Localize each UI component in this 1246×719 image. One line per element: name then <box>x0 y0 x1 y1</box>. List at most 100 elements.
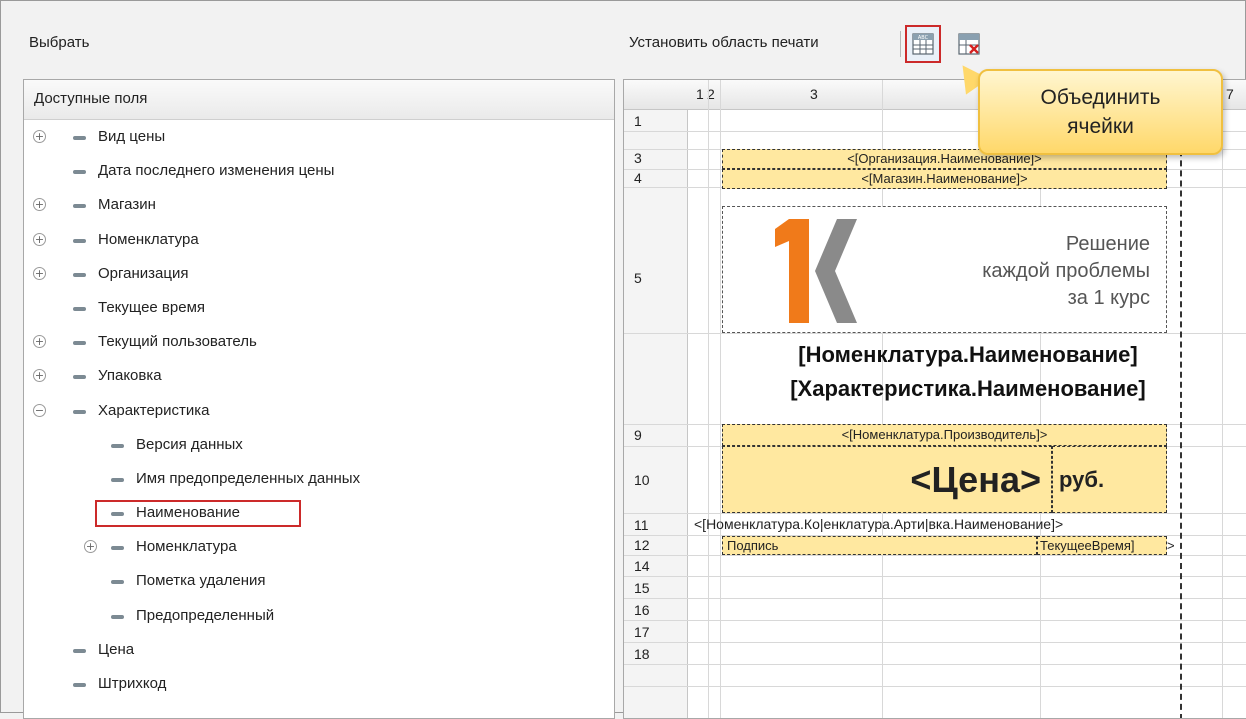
expand-icon[interactable]: + <box>33 198 46 212</box>
tree-item-label: Упаковка <box>98 367 162 385</box>
tree-item-label: Версия данных <box>136 435 243 453</box>
available-fields-header: Доступные поля <box>24 80 614 120</box>
currency-cell[interactable]: руб. <box>1052 446 1167 513</box>
grid-line <box>624 555 1246 556</box>
tree-item-label: Текущий пользователь <box>98 333 257 351</box>
field-icon <box>73 648 86 653</box>
expand-icon[interactable]: + <box>33 130 46 143</box>
field-icon <box>73 306 86 311</box>
row-number: 5 <box>634 270 642 286</box>
select-title: Выбрать <box>29 34 90 51</box>
current-time-cell[interactable]: ТекущееВремя] <box>1037 536 1167 555</box>
row-number: 15 <box>634 580 650 596</box>
set-print-area-button[interactable]: Установить область печати <box>629 34 819 51</box>
tree-item[interactable]: + Организация <box>24 257 614 291</box>
field-icon <box>73 272 86 277</box>
tree-item-label: Цена <box>98 640 135 658</box>
grid-line <box>624 664 1246 665</box>
merge-cells-button[interactable]: ABC <box>905 25 941 63</box>
product-title[interactable]: [Номенклатура.Наименование] [Характерист… <box>688 338 1246 406</box>
field-icon <box>73 136 86 140</box>
tree-item[interactable]: + Номенклатура <box>24 530 614 564</box>
tree-item-label: Номенклатура <box>136 538 237 556</box>
field-icon <box>73 409 86 414</box>
tree-item[interactable]: Пометка удаления <box>24 564 614 598</box>
field-icon <box>111 443 124 448</box>
print-area-border <box>1180 110 1182 718</box>
shop-cell[interactable]: <[Магазин.Наименование]> <box>722 169 1167 189</box>
price-cell[interactable]: <Цена> <box>722 446 1052 513</box>
tree-item-label: Магазин <box>98 196 156 214</box>
row-number: 16 <box>634 602 650 618</box>
tree-item[interactable]: + Номенклатура <box>24 223 614 257</box>
tree-item[interactable]: Дата последнего изменения цены <box>24 154 614 188</box>
logo-cell[interactable]: Решение каждой проблемы за 1 курс <box>722 206 1167 333</box>
expand-icon[interactable]: + <box>84 540 97 554</box>
row-number: 18 <box>634 646 650 662</box>
tree-item[interactable]: Версия данных <box>24 428 614 462</box>
signature-cell[interactable]: Подпись <box>722 536 1037 555</box>
tree-item[interactable]: + Текущий пользователь <box>24 325 614 359</box>
col-header-1: 1 <box>696 86 704 102</box>
tree-item[interactable]: + Магазин <box>24 188 614 222</box>
tree-item-label: Характеристика <box>98 401 210 419</box>
logo-line: Решение <box>1065 233 1150 255</box>
spreadsheet-layout[interactable]: 1 2 3 4 7 1 3 4 5 9 10 11 <box>623 79 1246 719</box>
tree-item-label: Организация <box>98 264 189 282</box>
toolbar-separator <box>900 31 901 57</box>
tree-item-label: Номенклатура <box>98 230 199 248</box>
unmerge-cells-button[interactable] <box>951 25 987 63</box>
tree-item[interactable]: − Характеристика <box>24 394 614 428</box>
row-number: 9 <box>634 427 642 443</box>
tree-item-label: Дата последнего изменения цены <box>98 162 335 180</box>
fields-tree: + Вид цены Дата последнего изменения цены +… <box>24 120 614 701</box>
grid-line <box>624 598 1246 599</box>
tree-item[interactable]: Имя предопределенных данных <box>24 462 614 496</box>
collapse-icon[interactable]: − <box>33 403 46 417</box>
tree-item-label: Штрихкод <box>98 675 167 692</box>
row-number: 17 <box>634 624 650 640</box>
manufacturer-cell[interactable]: <[Номенклатура.Производитель]> <box>722 424 1167 446</box>
expand-icon[interactable]: + <box>33 266 46 280</box>
expand-icon[interactable]: + <box>33 232 46 246</box>
tree-item[interactable]: Наименование <box>24 496 614 530</box>
tree-item[interactable]: + Упаковка <box>24 359 614 393</box>
grid-line <box>624 642 1246 643</box>
field-icon <box>111 477 124 482</box>
tree-item[interactable]: Цена <box>24 633 614 667</box>
tree-item[interactable]: Штрихкод <box>24 667 614 701</box>
col-header-3: 3 <box>810 86 818 102</box>
article-row-cell[interactable]: <[Номенклатура.Ко|енклатура.Арти|вка.Наи… <box>694 516 1063 532</box>
tree-item-label: Вид цены <box>98 128 166 145</box>
merge-cells-icon: ABC <box>912 33 934 55</box>
field-icon <box>111 546 124 551</box>
field-icon <box>111 512 124 517</box>
row-number: 10 <box>634 472 650 488</box>
field-icon <box>111 614 124 619</box>
available-fields-panel[interactable]: Доступные поля + Вид цены Дата последнего … <box>23 79 615 719</box>
tree-item[interactable]: + Вид цены <box>24 120 614 154</box>
expand-icon[interactable]: + <box>33 369 46 383</box>
grid-line <box>624 686 1246 687</box>
tooltip-line: Объединить <box>1040 86 1161 109</box>
merge-cells-tooltip: Объединить ячейки <box>978 69 1223 155</box>
field-icon <box>73 204 86 209</box>
row-number: 11 <box>634 517 649 533</box>
title-line: [Характеристика.Наименование] <box>790 376 1146 401</box>
row-number: 3 <box>634 150 642 166</box>
unmerge-cells-icon <box>958 33 980 55</box>
row-number: 1 <box>634 113 642 129</box>
field-icon <box>111 580 124 585</box>
tree-item[interactable]: Текущее время <box>24 291 614 325</box>
logo-line: за 1 курс <box>1067 287 1150 309</box>
tooltip-line: ячейки <box>1067 115 1134 138</box>
svg-text:ABC: ABC <box>918 35 929 41</box>
field-icon <box>73 170 86 175</box>
logo-slogan: Решение каждой проблемы за 1 курс <box>982 231 1150 312</box>
row-number: 14 <box>634 558 650 574</box>
tree-item[interactable]: Предопределенный <box>24 599 614 633</box>
main-window: Выбрать Доступные поля + Вид цены Дата пос… <box>0 0 1246 719</box>
field-icon <box>73 238 86 243</box>
expand-icon[interactable]: + <box>33 335 46 349</box>
row-number: 12 <box>634 537 650 553</box>
